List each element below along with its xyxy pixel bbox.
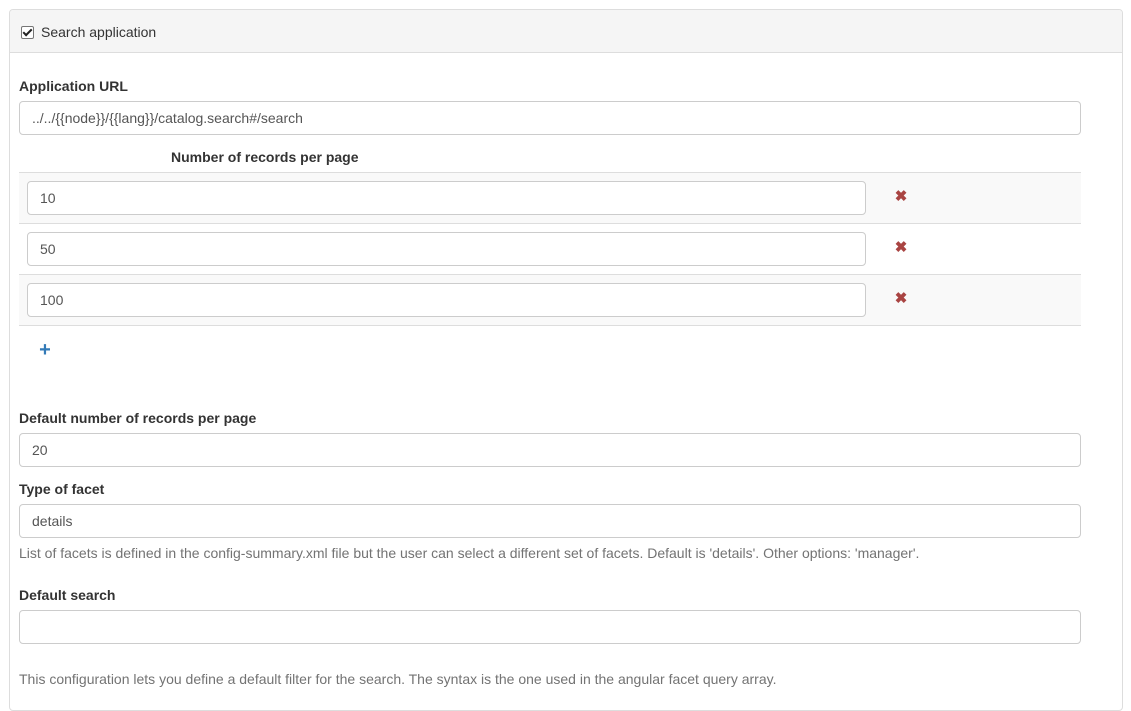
plus-icon[interactable]: + — [37, 340, 53, 360]
default-search-label: Default search — [19, 587, 116, 603]
panel-title: Search application — [41, 24, 157, 40]
times-icon[interactable]: ✖ — [894, 240, 908, 256]
table-row: 50 ✖ — [19, 223, 1081, 274]
records-per-page-input[interactable]: 10 — [27, 181, 866, 215]
times-icon[interactable]: ✖ — [894, 189, 908, 205]
default-search-input[interactable] — [19, 610, 1081, 644]
panel-heading: Search application — [10, 10, 1122, 53]
default-records-label: Default number of records per page — [19, 410, 257, 426]
records-per-page-input[interactable]: 100 — [27, 283, 866, 317]
table-row: 100 ✖ — [19, 274, 1081, 326]
table-row: 10 ✖ — [19, 172, 1081, 223]
default-records-input[interactable]: 20 — [19, 433, 1081, 467]
facet-type-input[interactable]: details — [19, 504, 1081, 538]
default-search-help: This configuration lets you define a def… — [19, 671, 777, 687]
search-application-checkbox[interactable] — [21, 26, 34, 39]
application-url-label: Application URL — [19, 78, 128, 94]
facet-type-help: List of facets is defined in the config-… — [19, 545, 920, 561]
records-per-page-input[interactable]: 50 — [27, 232, 866, 266]
records-per-page-header: Number of records per page — [171, 149, 359, 165]
facet-type-label: Type of facet — [19, 481, 105, 497]
application-url-input[interactable]: ../../{{node}}/{{lang}}/catalog.search#/… — [19, 101, 1081, 135]
times-icon[interactable]: ✖ — [894, 291, 908, 307]
